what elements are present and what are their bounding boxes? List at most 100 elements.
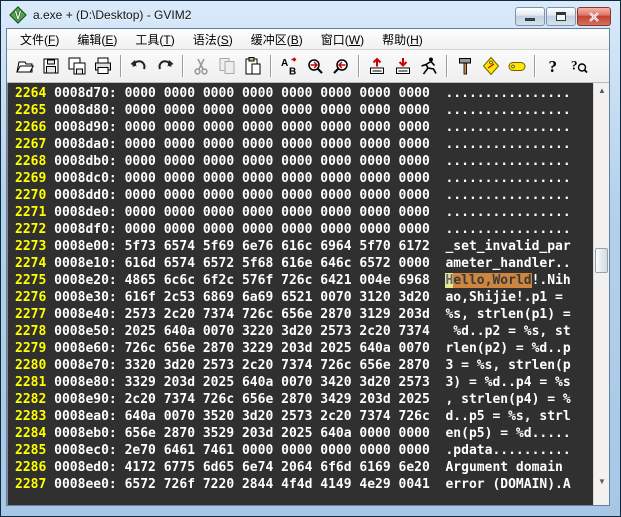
hex-row-2279[interactable]: 2279 0008e60: 726c 656e 2870 3229 203d 2… bbox=[15, 340, 593, 357]
hex-bytes: 0008df0: 0000 0000 0000 0000 0000 0000 0… bbox=[54, 222, 445, 237]
ascii-text: rlen(p2) = %d..p bbox=[445, 341, 570, 356]
line-number: 2285 bbox=[15, 443, 54, 458]
hex-row-2274[interactable]: 2274 0008e10: 616d 6574 6572 5f68 616e 6… bbox=[15, 255, 593, 272]
undo-button[interactable] bbox=[126, 53, 152, 79]
hex-row-2276[interactable]: 2276 0008e30: 616f 2c53 6869 6a69 6521 0… bbox=[15, 289, 593, 306]
search-wrap-message: search hit BOTTOM, continuing at TOP bbox=[15, 504, 297, 505]
line-number: 2278 bbox=[15, 324, 54, 339]
line-number: 2275 bbox=[15, 273, 54, 288]
hex-row-2271[interactable]: 2271 0008de0: 0000 0000 0000 0000 0000 0… bbox=[15, 204, 593, 221]
find-prev-icon bbox=[331, 56, 351, 76]
help-button[interactable]: ? bbox=[540, 53, 566, 79]
toolbar-separator bbox=[270, 55, 272, 77]
make-button[interactable] bbox=[452, 53, 478, 79]
hex-row-2270[interactable]: 2270 0008dd0: 0000 0000 0000 0000 0000 0… bbox=[15, 187, 593, 204]
hex-dump-text[interactable]: 2264 0008d70: 0000 0000 0000 0000 0000 0… bbox=[8, 84, 593, 487]
hex-row-2272[interactable]: 2272 0008df0: 0000 0000 0000 0000 0000 0… bbox=[15, 221, 593, 238]
hex-bytes: 0008e60: 726c 656e 2870 3229 203d 2025 6… bbox=[54, 341, 445, 356]
hex-row-2264[interactable]: 2264 0008d70: 0000 0000 0000 0000 0000 0… bbox=[15, 85, 593, 102]
search-match: ello,World bbox=[453, 273, 531, 288]
save-session-button[interactable] bbox=[390, 53, 416, 79]
close-icon bbox=[588, 12, 600, 22]
save-all-button[interactable] bbox=[64, 53, 90, 79]
hex-bytes: 0008ed0: 4172 6775 6d65 6e74 2064 6f6d 6… bbox=[54, 460, 445, 475]
vim-logo-icon[interactable] bbox=[9, 6, 27, 24]
hex-row-2275[interactable]: 2275 0008e20: 4865 6c6c 6f2c 576f 726c 6… bbox=[15, 272, 593, 289]
line-number: 2277 bbox=[15, 307, 54, 322]
menu-e[interactable]: 编辑(E) bbox=[68, 29, 126, 50]
open-button[interactable] bbox=[12, 53, 38, 79]
ascii-text: ................ bbox=[445, 205, 570, 220]
ascii-text: ................ bbox=[445, 103, 570, 118]
hex-row-2268[interactable]: 2268 0008db0: 0000 0000 0000 0000 0000 0… bbox=[15, 153, 593, 170]
hex-row-2281[interactable]: 2281 0008e80: 3329 203d 2025 640a 0070 3… bbox=[15, 374, 593, 391]
hex-row-2273[interactable]: 2273 0008e00: 5f73 6574 5f69 6e76 616c 6… bbox=[15, 238, 593, 255]
tag-jump-button[interactable] bbox=[504, 53, 530, 79]
build-tags-icon bbox=[481, 56, 501, 76]
save-icon bbox=[41, 56, 61, 76]
hex-row-2278[interactable]: 2278 0008e50: 2025 640a 0070 3220 3d20 2… bbox=[15, 323, 593, 340]
ascii-text: d..p5 = %s, strl bbox=[445, 409, 570, 424]
hex-row-2285[interactable]: 2285 0008ec0: 2e70 6461 7461 0000 0000 0… bbox=[15, 442, 593, 459]
print-button[interactable] bbox=[90, 53, 116, 79]
find-help-button[interactable]: ? bbox=[566, 53, 592, 79]
close-button[interactable] bbox=[577, 7, 611, 26]
paste-button[interactable] bbox=[240, 53, 266, 79]
toolbar-separator bbox=[120, 55, 122, 77]
minimize-button[interactable] bbox=[515, 7, 545, 26]
load-session-button[interactable] bbox=[364, 53, 390, 79]
find-next-button[interactable] bbox=[302, 53, 328, 79]
editor-area: 2264 0008d70: 0000 0000 0000 0000 0000 0… bbox=[7, 83, 609, 505]
toolbar-separator bbox=[182, 55, 184, 77]
ascii-text: ................ bbox=[445, 154, 570, 169]
toolbar-separator bbox=[534, 55, 536, 77]
scrollbar-thumb[interactable] bbox=[595, 248, 608, 273]
window-title: a.exe + (D:\Desktop) - GVIM2 bbox=[33, 8, 191, 22]
menu-b[interactable]: 缓冲区(B) bbox=[242, 29, 312, 50]
scroll-down-arrow-icon[interactable]: ▼ bbox=[594, 474, 610, 489]
vertical-scrollbar[interactable]: ▲ ▼ bbox=[593, 83, 609, 505]
title-bar[interactable]: a.exe + (D:\Desktop) - GVIM2 bbox=[1, 1, 620, 28]
hex-bytes: 0008eb0: 656e 2870 3529 203d 2025 640a 0… bbox=[54, 426, 445, 441]
hex-row-2266[interactable]: 2266 0008d90: 0000 0000 0000 0000 0000 0… bbox=[15, 119, 593, 136]
buffer-window[interactable]: 2264 0008d70: 0000 0000 0000 0000 0000 0… bbox=[7, 83, 593, 505]
hex-row-2284[interactable]: 2284 0008eb0: 656e 2870 3529 203d 2025 6… bbox=[15, 425, 593, 442]
menu-t[interactable]: 工具(T) bbox=[126, 29, 183, 50]
save-button[interactable] bbox=[38, 53, 64, 79]
hex-bytes: 0008d90: 0000 0000 0000 0000 0000 0000 0… bbox=[54, 120, 445, 135]
line-number: 2269 bbox=[15, 171, 54, 186]
redo-button[interactable] bbox=[152, 53, 178, 79]
find-prev-button[interactable] bbox=[328, 53, 354, 79]
menu-s[interactable]: 语法(S) bbox=[184, 29, 242, 50]
hex-row-2282[interactable]: 2282 0008e90: 2c20 7374 726c 656e 2870 3… bbox=[15, 391, 593, 408]
hex-row-2277[interactable]: 2277 0008e40: 2573 2c20 7374 726c 656e 2… bbox=[15, 306, 593, 323]
paste-icon bbox=[243, 56, 263, 76]
hex-row-2265[interactable]: 2265 0008d80: 0000 0000 0000 0000 0000 0… bbox=[15, 102, 593, 119]
hex-bytes: 0008e50: 2025 640a 0070 3220 3d20 2573 2… bbox=[54, 324, 445, 339]
line-number: 2264 bbox=[15, 86, 54, 101]
menu-f[interactable]: 文件(F) bbox=[11, 29, 68, 50]
hex-row-2267[interactable]: 2267 0008da0: 0000 0000 0000 0000 0000 0… bbox=[15, 136, 593, 153]
scroll-up-arrow-icon[interactable]: ▲ bbox=[594, 83, 610, 98]
save-all-icon bbox=[67, 56, 87, 76]
ascii-text: .pdata.......... bbox=[445, 443, 570, 458]
hex-row-2286[interactable]: 2286 0008ed0: 4172 6775 6d65 6e74 2064 6… bbox=[15, 459, 593, 476]
copy-button bbox=[214, 53, 240, 79]
build-tags-button[interactable] bbox=[478, 53, 504, 79]
line-number: 2266 bbox=[15, 120, 54, 135]
svg-text:A: A bbox=[281, 58, 288, 69]
print-icon bbox=[93, 56, 113, 76]
line-number: 2280 bbox=[15, 358, 54, 373]
hex-row-2269[interactable]: 2269 0008dc0: 0000 0000 0000 0000 0000 0… bbox=[15, 170, 593, 187]
hex-row-2283[interactable]: 2283 0008ea0: 640a 0070 3520 3d20 2573 2… bbox=[15, 408, 593, 425]
hex-bytes: 0008d80: 0000 0000 0000 0000 0000 0000 0… bbox=[54, 103, 445, 118]
find-replace-button[interactable]: AB bbox=[276, 53, 302, 79]
maximize-button[interactable] bbox=[546, 7, 576, 26]
hex-bytes: 0008e30: 616f 2c53 6869 6a69 6521 0070 3… bbox=[54, 290, 445, 305]
line-number: 2284 bbox=[15, 426, 54, 441]
hex-row-2280[interactable]: 2280 0008e70: 3320 3d20 2573 2c20 7374 7… bbox=[15, 357, 593, 374]
menu-h[interactable]: 帮助(H) bbox=[373, 29, 432, 50]
menu-w[interactable]: 窗口(W) bbox=[312, 29, 373, 50]
ascii-text: 3) = %d..p4 = %s bbox=[445, 375, 570, 390]
run-script-button[interactable] bbox=[416, 53, 442, 79]
